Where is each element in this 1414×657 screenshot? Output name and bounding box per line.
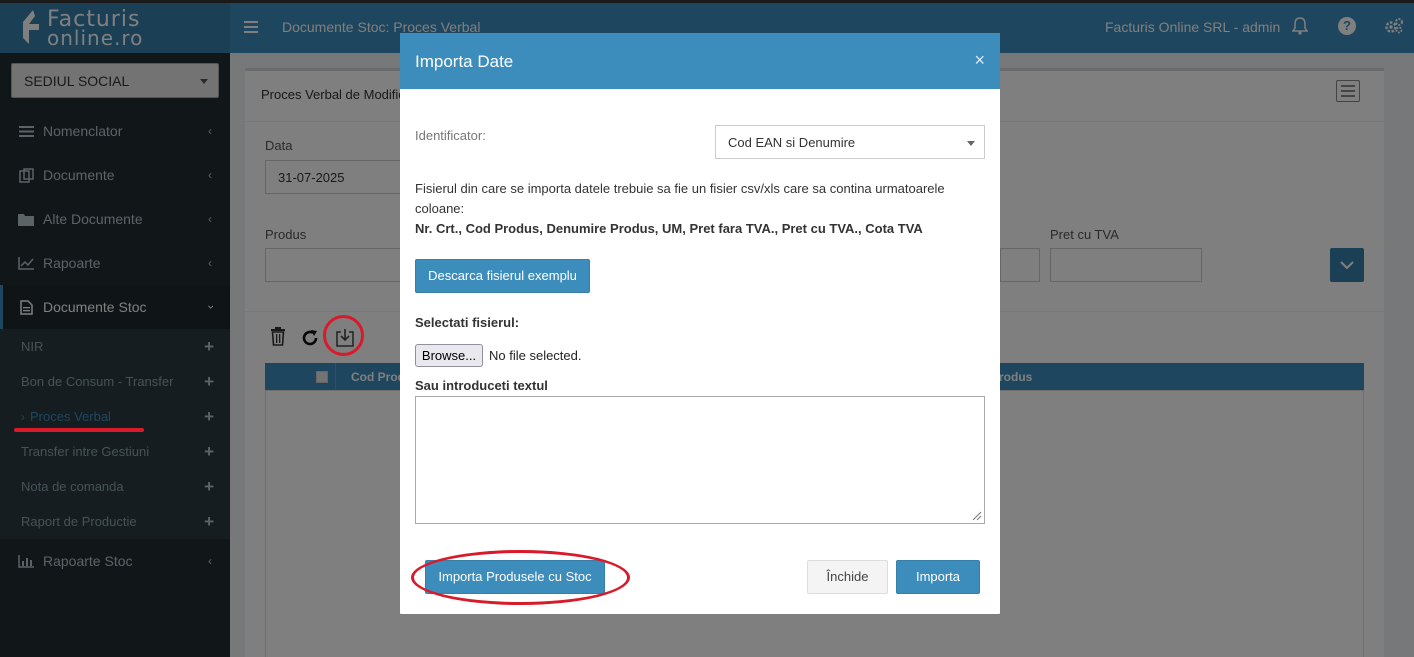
close-icon[interactable]: × (974, 50, 985, 71)
download-sample-button[interactable]: Descarca fisierul exemplu (415, 259, 590, 293)
select-file-label: Selectati fisierul: (415, 315, 520, 330)
import-textarea[interactable] (415, 396, 985, 524)
chevron-down-icon (967, 141, 975, 146)
no-file-text: No file selected. (489, 348, 582, 363)
resize-grip-icon[interactable] (970, 509, 982, 521)
close-button[interactable]: Închide (807, 560, 888, 594)
import-modal: Importa Date × Identificator: Cod EAN si… (400, 33, 1000, 614)
identificator-select[interactable]: Cod EAN si Denumire (715, 125, 985, 159)
identificator-label: Identificator: (415, 128, 486, 143)
import-button[interactable]: Importa (896, 560, 980, 594)
highlight-circle (323, 315, 364, 356)
window-top-border (0, 0, 1414, 3)
text-input-label: Sau introduceti textul (415, 378, 548, 393)
import-info-text: Fisierul din care se importa datele treb… (415, 181, 945, 216)
identificator-select-value: Cod EAN si Denumire (728, 135, 856, 150)
modal-header: Importa Date × (400, 33, 1000, 89)
browse-button[interactable]: Browse... (415, 344, 483, 367)
modal-title: Importa Date (415, 52, 514, 71)
highlight-underline (14, 428, 144, 432)
highlight-ellipse (411, 550, 630, 605)
import-columns-text: Nr. Crt., Cod Produs, Denumire Produs, U… (415, 221, 923, 236)
